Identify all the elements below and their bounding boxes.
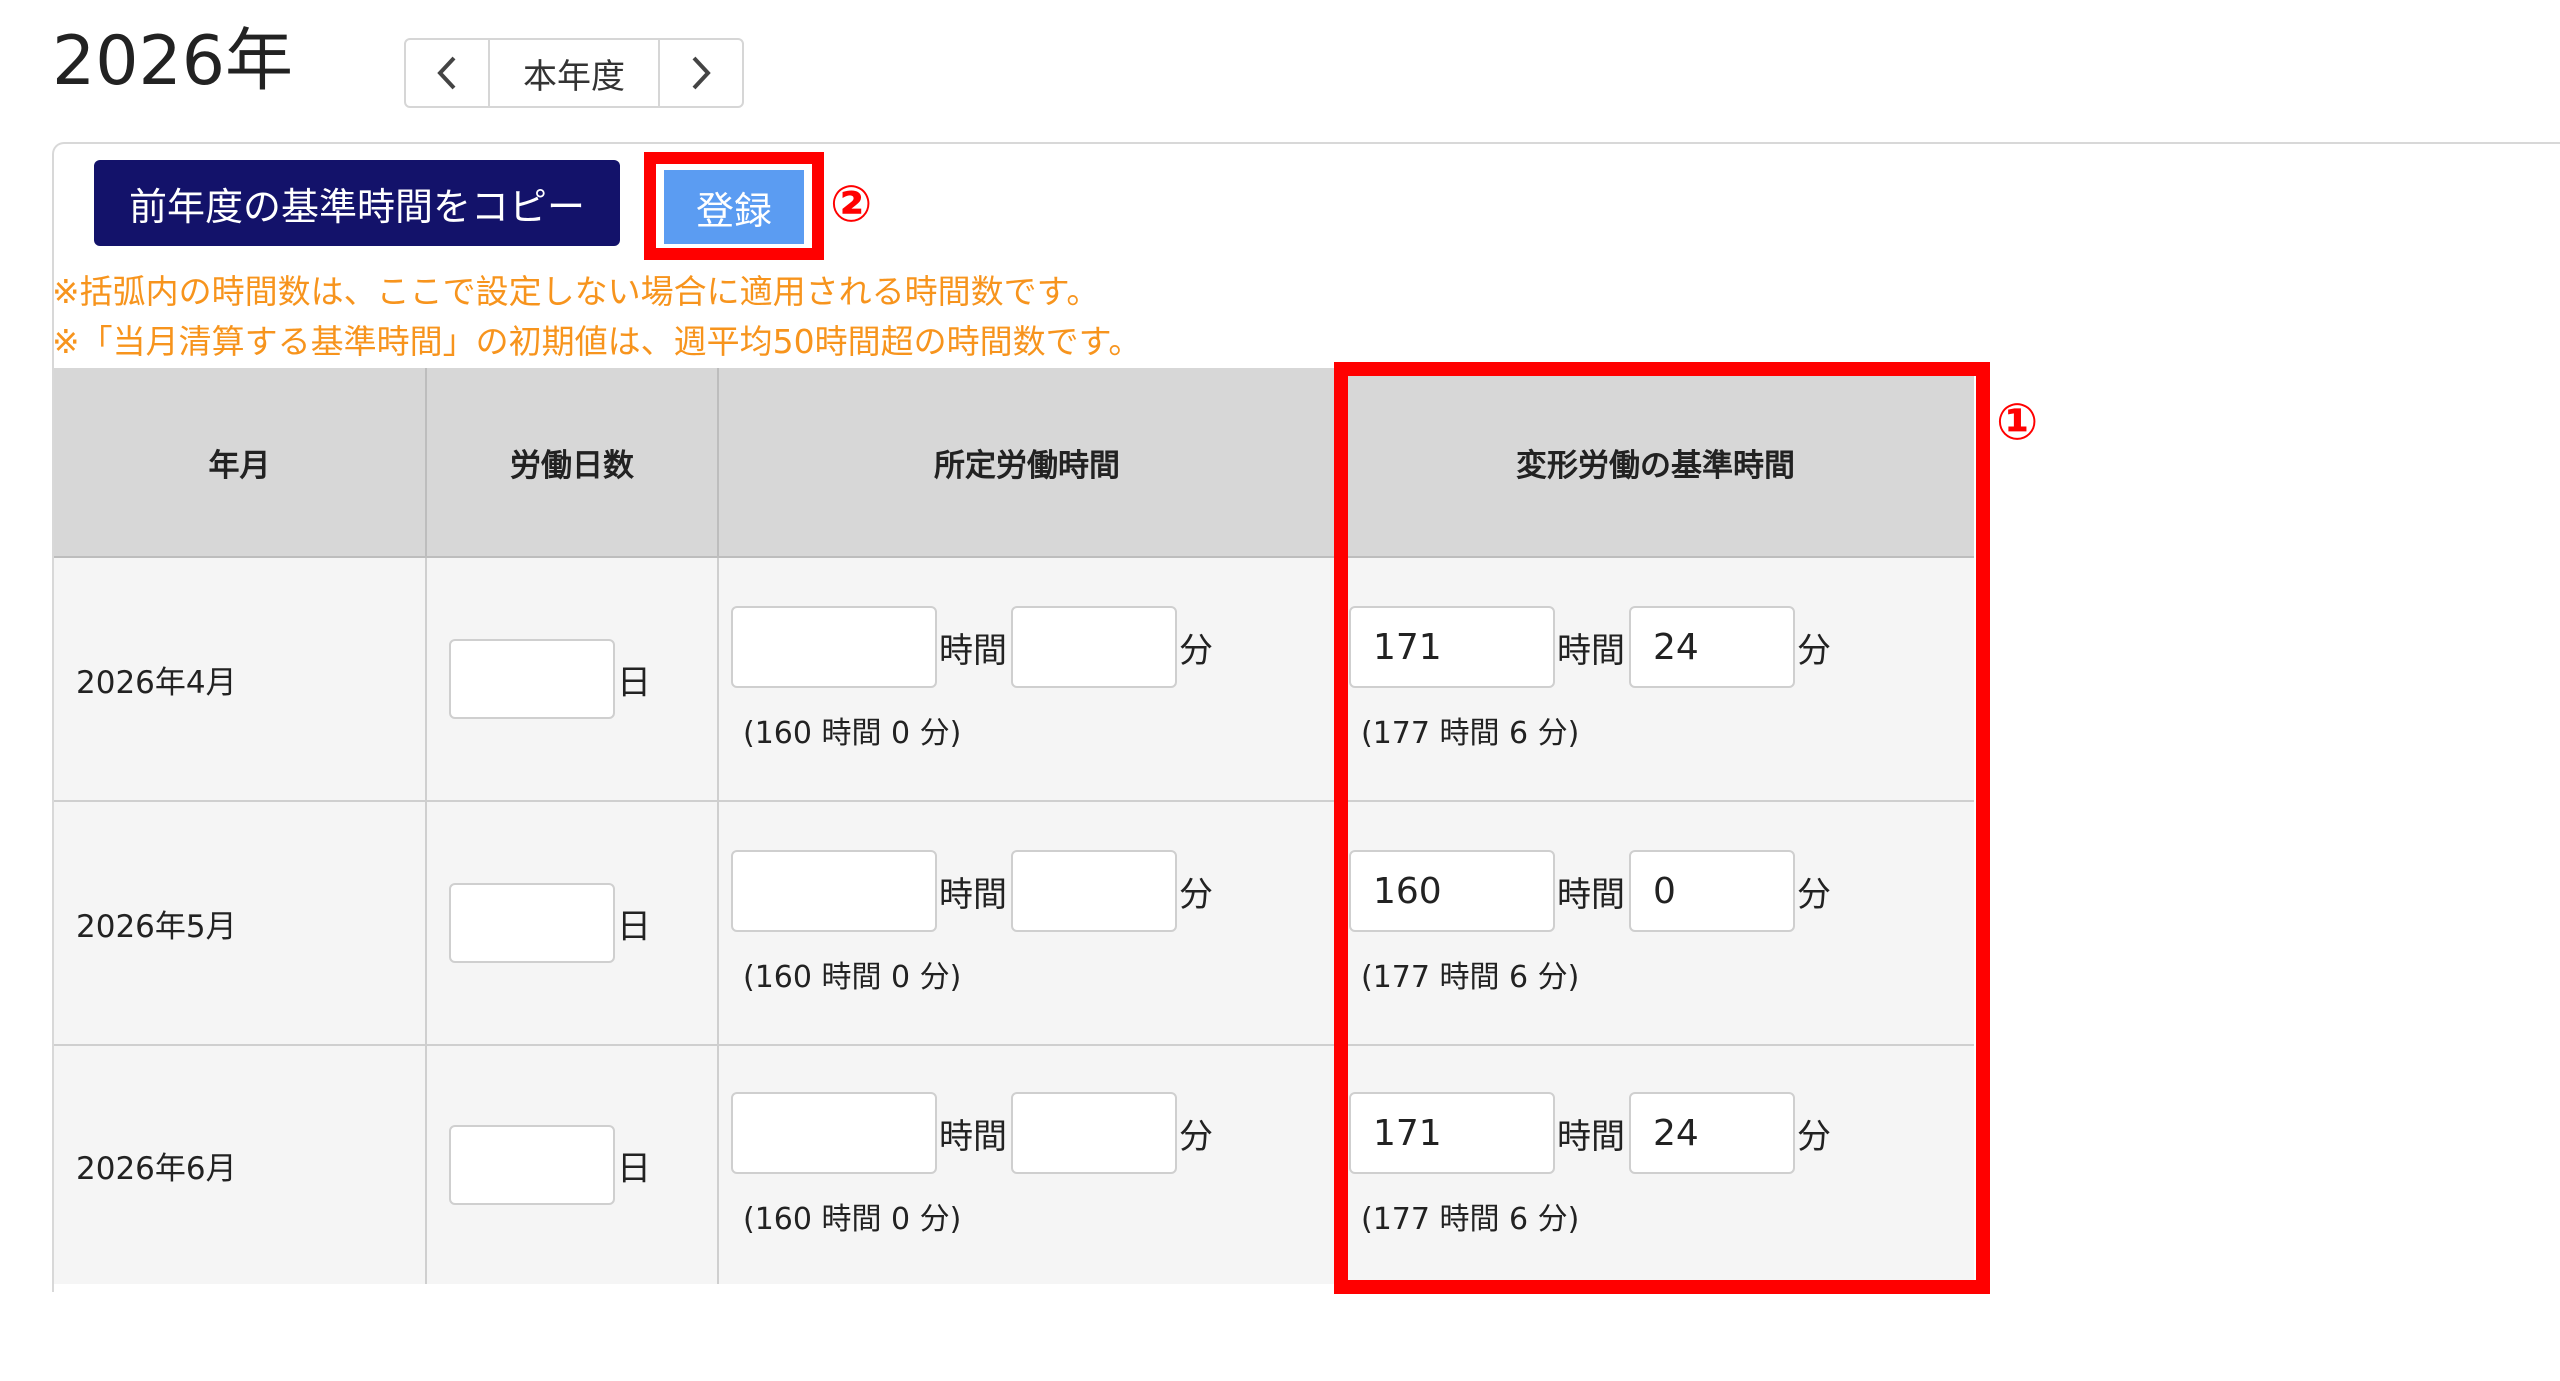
scheduled-hours-cell: 時間 分 (160 時間 0 分) [718, 801, 1337, 1046]
next-year-button[interactable] [660, 40, 742, 106]
workdays-input[interactable] [449, 883, 615, 963]
workdays-input[interactable] [449, 639, 615, 719]
column-header-scheduled-hours: 所定労働時間 [718, 368, 1337, 558]
table-row: 2026年4月 日 時間 分 (160 時間 0 分) 171 時間 24 分 … [54, 557, 1974, 802]
scheduled-minutes-input[interactable] [1011, 1092, 1177, 1174]
variable-hours-cell: 171 時間 24 分 (177 時間 6 分) [1336, 1045, 1974, 1284]
workdays-cell: 日 [426, 801, 719, 1046]
minute-unit: 分 [1179, 874, 1213, 915]
scheduled-hours-input[interactable] [731, 606, 937, 688]
variable-hours-cell: 160 時間 0 分 (177 時間 6 分) [1336, 801, 1974, 1046]
hour-unit: 時間 [939, 874, 1007, 915]
variable-hours-input[interactable]: 160 [1349, 850, 1555, 932]
year-navigation: 本年度 [404, 38, 744, 108]
note-line-2: ※「当月清算する基準時間」の初期値は、週平均50時間超の時間数です。 [52, 322, 1142, 361]
minute-unit: 分 [1797, 1116, 1831, 1157]
minute-unit: 分 [1797, 630, 1831, 671]
day-unit: 日 [617, 662, 651, 703]
variable-hours-input[interactable]: 171 [1349, 1092, 1555, 1174]
table-row: 2026年5月 日 時間 分 (160 時間 0 分) 160 時間 0 分 (… [54, 801, 1974, 1046]
column-header-month: 年月 [54, 368, 427, 558]
chevron-left-icon [437, 56, 456, 90]
column-header-workdays: 労働日数 [426, 368, 719, 558]
hour-unit: 時間 [1557, 874, 1625, 915]
scheduled-minutes-input[interactable] [1011, 606, 1177, 688]
page-title: 2026年 [52, 22, 294, 101]
variable-hours-default-hint: (177 時間 6 分) [1361, 960, 1580, 995]
variable-minutes-input[interactable]: 0 [1629, 850, 1795, 932]
month-cell: 2026年4月 [54, 557, 427, 802]
workdays-cell: 日 [426, 557, 719, 802]
variable-minutes-input[interactable]: 24 [1629, 1092, 1795, 1174]
hour-unit: 時間 [1557, 630, 1625, 671]
day-unit: 日 [617, 1148, 651, 1189]
minute-unit: 分 [1179, 1116, 1213, 1157]
scheduled-minutes-input[interactable] [1011, 850, 1177, 932]
column-header-variable-hours: 変形労働の基準時間 [1336, 368, 1974, 558]
variable-minutes-input[interactable]: 24 [1629, 606, 1795, 688]
workdays-input[interactable] [449, 1125, 615, 1205]
annotation-marker-1: ① [1996, 393, 2039, 451]
variable-hours-cell: 171 時間 24 分 (177 時間 6 分) [1336, 557, 1974, 802]
minute-unit: 分 [1797, 874, 1831, 915]
month-cell: 2026年5月 [54, 801, 427, 1046]
scheduled-hours-input[interactable] [731, 850, 937, 932]
table-header-row: 年月 労働日数 所定労働時間 変形労働の基準時間 [54, 368, 1974, 558]
workdays-cell: 日 [426, 1045, 719, 1284]
scheduled-hours-default-hint: (160 時間 0 分) [743, 960, 962, 995]
previous-year-button[interactable] [406, 40, 488, 106]
variable-hours-default-hint: (177 時間 6 分) [1361, 716, 1580, 751]
hour-unit: 時間 [939, 1116, 1007, 1157]
scheduled-hours-cell: 時間 分 (160 時間 0 分) [718, 1045, 1337, 1284]
hour-unit: 時間 [939, 630, 1007, 671]
scheduled-hours-default-hint: (160 時間 0 分) [743, 716, 962, 751]
variable-hours-default-hint: (177 時間 6 分) [1361, 1202, 1580, 1237]
current-year-button[interactable]: 本年度 [488, 40, 660, 106]
minute-unit: 分 [1179, 630, 1213, 671]
register-button[interactable]: 登録 [664, 170, 804, 244]
reference-hours-table: 年月 労働日数 所定労働時間 変形労働の基準時間 2026年4月 日 時間 分 [54, 368, 1974, 1284]
scheduled-hours-cell: 時間 分 (160 時間 0 分) [718, 557, 1337, 802]
scheduled-hours-default-hint: (160 時間 0 分) [743, 1202, 962, 1237]
day-unit: 日 [617, 906, 651, 947]
chevron-right-icon [692, 56, 711, 90]
copy-previous-year-button[interactable]: 前年度の基準時間をコピー [94, 160, 620, 246]
table-row: 2026年6月 日 時間 分 (160 時間 0 分) 171 時間 24 分 … [54, 1045, 1974, 1284]
scheduled-hours-input[interactable] [731, 1092, 937, 1174]
hour-unit: 時間 [1557, 1116, 1625, 1157]
annotation-marker-2: ② [830, 175, 873, 233]
variable-hours-input[interactable]: 171 [1349, 606, 1555, 688]
note-line-1: ※括弧内の時間数は、ここで設定しない場合に適用される時間数です。 [52, 272, 1100, 311]
month-cell: 2026年6月 [54, 1045, 427, 1284]
